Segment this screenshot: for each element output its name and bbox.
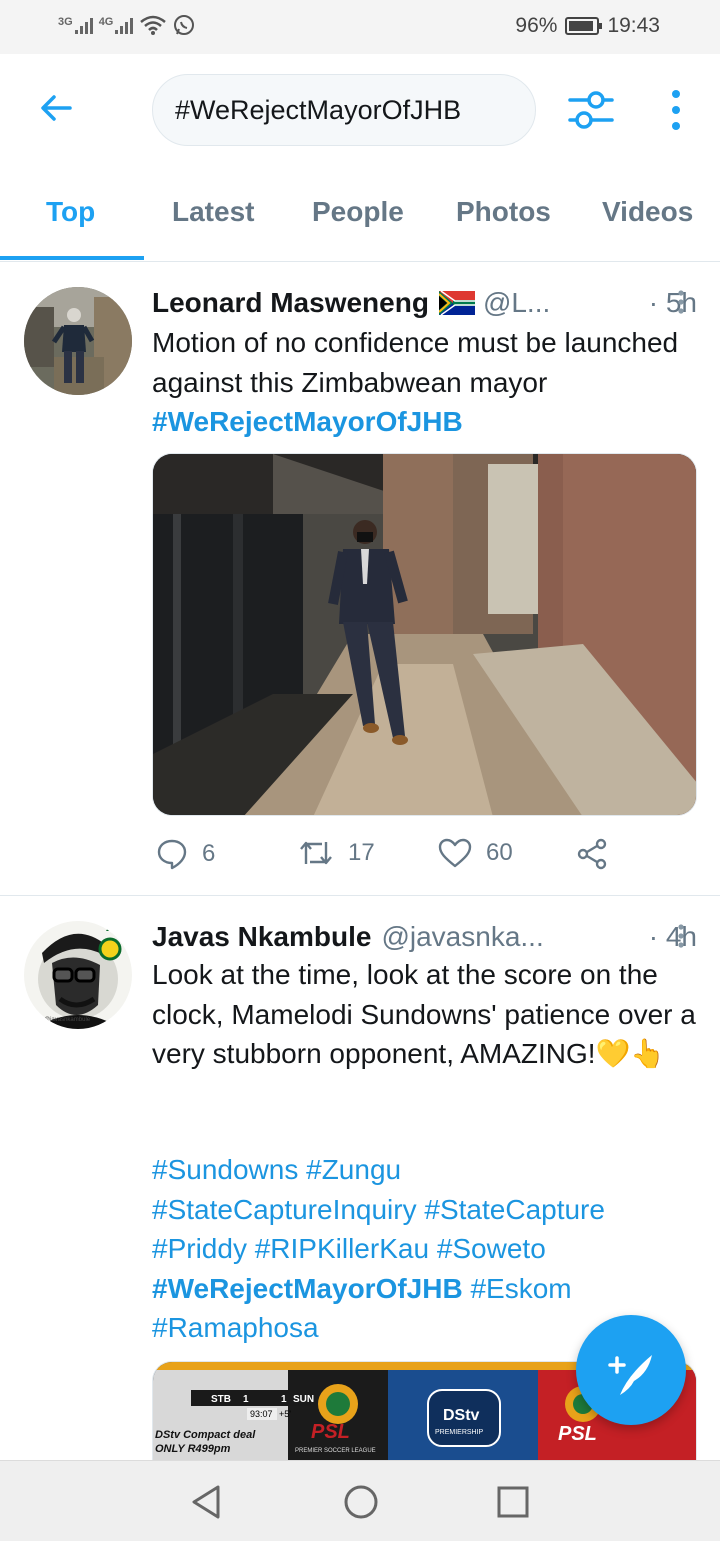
retweet-icon [300, 841, 332, 865]
psl-logo-text-2: PSL [558, 1423, 597, 1445]
ad-line1: DStv Compact deal [155, 1429, 256, 1441]
dstv-premiership: PREMIERSHIP [435, 1429, 484, 1436]
match-clock: 93:07 [250, 1409, 273, 1419]
psl-logo-text: PSL [311, 1421, 350, 1443]
back-arrow-icon[interactable] [36, 88, 76, 128]
hashtag-link[interactable]: #Soweto [437, 1233, 546, 1264]
status-bar-left: 3G 4G [58, 14, 195, 36]
tweet-menu-icon[interactable] [676, 923, 686, 949]
share-button[interactable] [576, 838, 608, 870]
share-icon [577, 838, 607, 870]
hashtag-link[interactable]: #Priddy [152, 1233, 247, 1264]
score-team2: SUN [293, 1394, 314, 1405]
dstv-logo-text: DStv [443, 1407, 480, 1424]
reply-icon [157, 839, 187, 870]
hashtag-link[interactable]: #RIPKillerKau [255, 1233, 429, 1264]
status-bar: 3G 4G 96% 19:43 [0, 0, 720, 54]
tweet-text: Look at the time, look at the score on t… [152, 959, 696, 1069]
nav-back-icon[interactable] [188, 1483, 224, 1521]
tweet-actions: 6 17 60 [152, 838, 697, 878]
author-name[interactable]: Leonard Masweneng [152, 287, 429, 319]
hashtag-link[interactable]: #Ramaphosa [152, 1312, 319, 1343]
hashtag-link[interactable]: #WeRejectMayorOfJHB [152, 406, 463, 437]
search-input[interactable]: #WeRejectMayorOfJHB [152, 74, 536, 146]
reply-button[interactable]: 6 [156, 838, 215, 870]
like-count: 60 [486, 839, 513, 866]
tweet-header: Javas Nkambule @javasnka... · 4h [152, 921, 697, 953]
score-team1: STB [211, 1394, 231, 1405]
tweet-time: · 4h [648, 921, 697, 952]
signal-icon [74, 16, 93, 34]
tweet-header: Leonard Masweneng @L... · 5h [152, 287, 697, 319]
nav-home-icon[interactable] [342, 1483, 380, 1521]
reply-count: 6 [202, 840, 216, 867]
hashtag-link[interactable]: #Zungu [306, 1154, 401, 1185]
wifi-icon [140, 15, 167, 35]
tab-latest[interactable]: Latest [172, 196, 254, 228]
tweet-menu-icon[interactable] [676, 289, 686, 315]
nav-recents-icon[interactable] [496, 1485, 530, 1519]
network-4g: 4G [99, 16, 134, 34]
like-button[interactable]: 60 [438, 838, 513, 868]
more-vertical-icon[interactable] [664, 88, 688, 132]
tab-top[interactable]: Top [46, 196, 95, 228]
avatar[interactable] [24, 287, 132, 395]
tweet[interactable]: Leonard Masweneng @L... · 5h Motion of n… [0, 263, 720, 896]
network-3g: 3G [58, 16, 93, 34]
score-2: 1 [281, 1394, 287, 1405]
tab-videos[interactable]: Videos [602, 196, 693, 228]
psl-subtitle: PREMIER SOCCER LEAGUE [295, 1448, 376, 1454]
system-nav-bar [0, 1460, 720, 1541]
compose-tweet-icon [608, 1355, 652, 1395]
compose-tweet-button[interactable] [576, 1315, 686, 1425]
like-icon [438, 838, 472, 868]
tab-people[interactable]: People [312, 196, 404, 228]
south-africa-flag-icon [438, 291, 475, 315]
hashtag-link[interactable]: #Sundowns [152, 1154, 298, 1185]
signal-icon [115, 16, 134, 34]
retweet-button[interactable]: 17 [298, 838, 375, 868]
hashtag-link[interactable]: #StateCaptureInquiry [152, 1194, 417, 1225]
active-tab-indicator [0, 256, 144, 260]
clock: 19:43 [607, 14, 660, 37]
author-name[interactable]: Javas Nkambule [152, 921, 371, 953]
battery-percent: 96% [515, 14, 558, 37]
search-header: #WeRejectMayorOfJHB [0, 54, 720, 170]
hashtag-link[interactable]: #StateCapture [424, 1194, 605, 1225]
avatar[interactable]: @javasnkambule [24, 921, 132, 1029]
hashtag-link[interactable]: #Eskom [470, 1273, 571, 1304]
status-bar-right: 96% 19:43 [515, 14, 660, 38]
author-handle[interactable]: @L... [483, 287, 550, 319]
filter-icon[interactable] [566, 88, 616, 132]
author-handle[interactable]: @javasnka... [381, 921, 543, 953]
score-1: 1 [243, 1394, 249, 1405]
retweet-count: 17 [348, 839, 375, 866]
tab-photos[interactable]: Photos [456, 196, 551, 228]
whatsapp-icon [174, 15, 195, 35]
tweet-text: Motion of no confidence must be launched… [152, 327, 679, 437]
ad-line2: ONLY R499pm [155, 1443, 231, 1455]
added-time: +5' [279, 1409, 291, 1419]
tweet-photo[interactable] [152, 453, 697, 816]
hashtag-link[interactable]: #WeRejectMayorOfJHB [152, 1273, 463, 1304]
avatar-watermark: @javasnkambule [44, 1017, 91, 1023]
battery-icon [565, 17, 603, 35]
tweet-time: · 5h [648, 287, 697, 318]
search-tabs: Top Latest People Photos Videos [0, 170, 720, 262]
